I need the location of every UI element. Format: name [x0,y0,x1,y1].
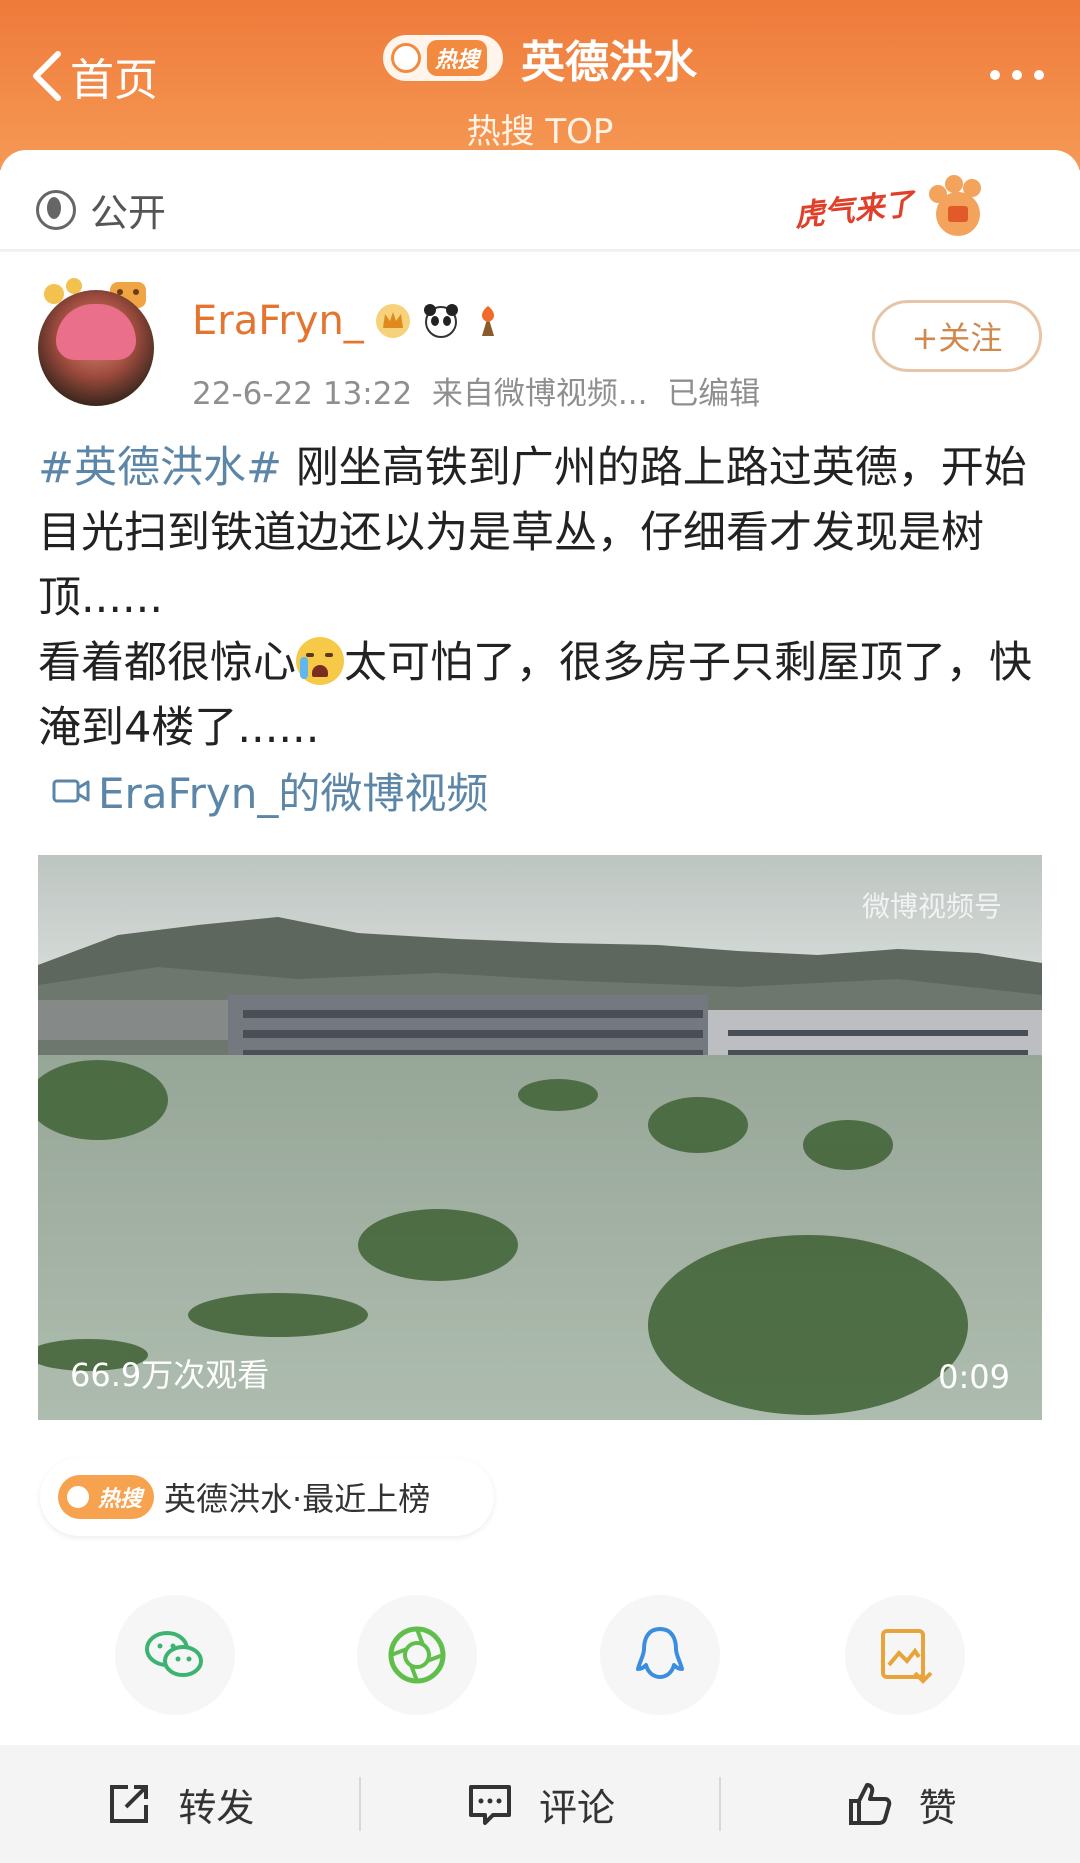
edited-label: 已编辑 [667,376,761,412]
hot-tag-text: 英德洪水·最近上榜 [164,1480,431,1518]
comment-icon [469,1785,511,1825]
video-link[interactable]: EraFryn_的微博视频 [52,760,488,821]
share-qq-button[interactable] [600,1595,720,1715]
post-meta: 22-6-22 13:22 来自微博视频... 已编辑 [192,368,760,413]
hot-search-badge: 热搜 [58,1475,155,1519]
visibility-indicator: 公开 [36,182,166,237]
more-dot-icon [990,70,1000,80]
avatar[interactable] [38,290,154,406]
video-camera-icon [52,779,90,802]
post-visibility-bar: 公开 虎气来了 [0,150,1080,250]
avatar-hair [56,304,136,360]
page-title: 英德洪水 [521,37,697,88]
divider [0,250,1080,252]
share-moments-button[interactable] [357,1595,477,1715]
header-title-area: 热搜 英德洪水 热搜 TOP [0,26,1080,153]
like-button[interactable]: 赞 [721,1777,1080,1832]
username-row: EraFryn_ [192,298,508,344]
post-timestamp: 22-6-22 13:22 [192,376,413,412]
moments-icon [388,1626,446,1684]
more-menu-button[interactable] [990,70,1044,80]
visibility-label: 公开 [90,191,167,235]
video-watermark: 微博视频号 [861,890,1002,923]
repost-button[interactable]: 转发 [0,1777,359,1832]
username[interactable]: EraFryn_ [192,298,364,344]
header-bar: 首页 热搜 英德洪水 热搜 TOP [0,0,1080,170]
badge-text: 虎气来了 [792,186,916,235]
crying-emoji-icon [296,637,344,685]
crown-badge-icon [375,304,410,338]
video-duration: 0:09 [938,1358,1010,1396]
video-player[interactable]: 微博视频号 66.9万次观看 0:09 [38,855,1042,1420]
hashtag-link[interactable]: #英德洪水# [38,443,282,493]
qq-icon [636,1627,684,1679]
tiger-badge[interactable]: 虎气来了 [792,172,990,242]
save-image-icon [881,1629,933,1684]
more-dot-icon [1012,70,1022,80]
hot-search-badge: 热搜 [382,35,503,81]
repost-label: 转发 [178,1785,255,1830]
comment-label: 评论 [539,1785,616,1830]
video-thumbnail [38,855,1042,1420]
thumbs-up-icon [848,1783,891,1825]
post-text: #英德洪水# 刚坐高铁到广州的路上路过英德，开始目光扫到铁道边还以为是草丛，仔细… [38,436,1048,761]
share-save-image-button[interactable] [845,1595,965,1715]
video-link-label: EraFryn_的微博视频 [98,769,489,818]
page-subtitle: 热搜 TOP [466,112,614,152]
search-icon [64,1483,92,1511]
post-source: 来自微博视频... [431,376,648,412]
repost-icon [110,1785,149,1823]
like-label: 赞 [918,1785,957,1830]
more-dot-icon [1034,70,1044,80]
panda-icon [423,304,458,338]
share-wechat-button[interactable] [115,1595,235,1715]
post-text-part: 看着都很惊心 [38,638,296,688]
torch-badge-icon [481,306,494,336]
video-view-count: 66.9万次观看 [70,1356,270,1394]
wechat-icon [145,1631,203,1677]
paw-icon [929,175,981,236]
comment-button[interactable]: 评论 [361,1777,720,1832]
follow-button[interactable]: +关注 [872,300,1042,372]
search-icon [390,43,421,73]
globe-icon [36,189,76,230]
post-action-bar: 转发 评论 赞 [0,1745,1080,1863]
hot-search-tag[interactable]: 热搜 英德洪水·最近上榜 [40,1458,494,1536]
